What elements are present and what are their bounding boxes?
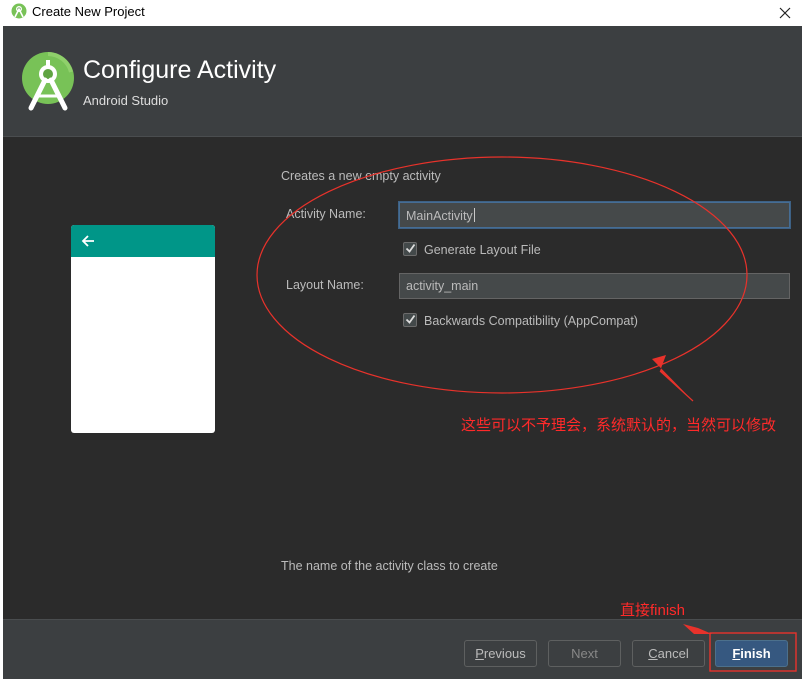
android-studio-logo — [22, 52, 74, 111]
generate-layout-checkbox[interactable] — [403, 242, 417, 256]
dialog-header: Configure Activity Android Studio — [3, 26, 802, 136]
checkmark-icon — [405, 243, 416, 253]
next-button[interactable]: Next — [548, 640, 621, 667]
activity-preview — [71, 225, 215, 433]
form-description: Creates a new empty activity — [281, 169, 441, 183]
layout-name-label: Layout Name: — [286, 278, 364, 292]
activity-name-input[interactable]: MainActivity — [399, 202, 790, 228]
preview-toolbar — [71, 225, 215, 257]
layout-name-input[interactable]: activity_main — [399, 273, 790, 299]
generate-layout-label: Generate Layout File — [424, 243, 541, 257]
backwards-compat-label: Backwards Compatibility (AppCompat) — [424, 314, 638, 328]
dialog-footer: Previous Next Cancel Finish — [3, 620, 802, 679]
activity-name-label: Activity Name: — [286, 207, 366, 221]
dialog: Configure Activity Android Studio Create… — [3, 26, 802, 679]
page-subtitle: Android Studio — [83, 93, 169, 108]
arrow-left-icon — [81, 235, 94, 247]
field-hint: The name of the activity class to create — [281, 559, 498, 573]
page-title: Configure Activity — [83, 56, 277, 84]
android-studio-icon — [11, 3, 27, 19]
finish-button[interactable]: Finish — [715, 640, 788, 667]
window-titlebar: Create New Project — [0, 0, 802, 26]
annotation-note-defaults: 这些可以不予理会，系统默认的，当然可以修改 — [461, 417, 777, 434]
close-button[interactable] — [768, 0, 802, 26]
dialog-content: Creates a new empty activity Activity Na… — [3, 137, 802, 619]
previous-button[interactable]: Previous — [464, 640, 537, 667]
backwards-compat-checkbox[interactable] — [403, 313, 417, 327]
window-title: Create New Project — [32, 4, 145, 19]
annotation-note-finish: 直接finish — [620, 602, 686, 619]
checkmark-icon — [405, 314, 416, 324]
cancel-button[interactable]: Cancel — [632, 640, 705, 667]
text-caret — [473, 208, 475, 222]
close-icon — [779, 7, 791, 19]
